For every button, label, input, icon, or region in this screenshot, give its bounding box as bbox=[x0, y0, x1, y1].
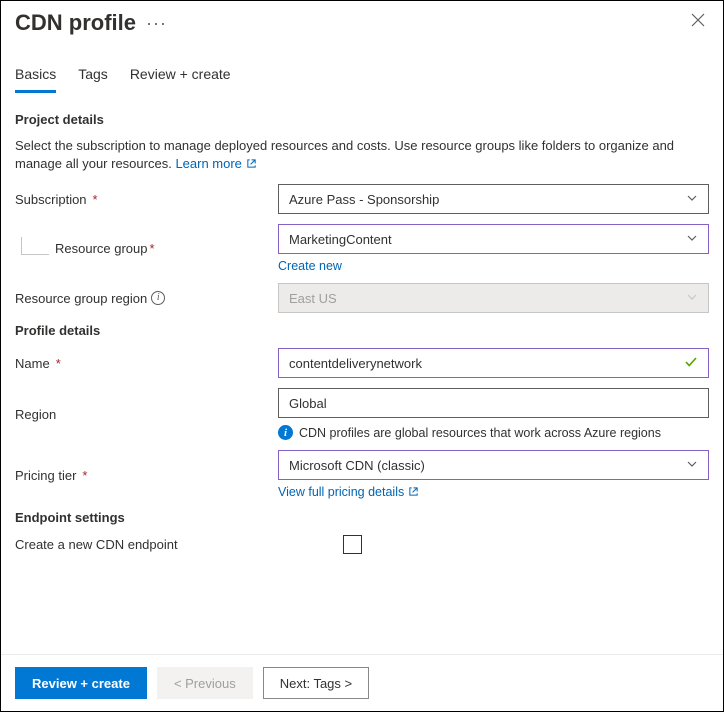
region-value: Global bbox=[289, 396, 327, 411]
review-create-button[interactable]: Review + create bbox=[15, 667, 147, 699]
resource-group-row: Resource group* MarketingContent Create … bbox=[15, 224, 709, 273]
content-area: Project details Select the subscription … bbox=[1, 94, 723, 654]
resource-group-dropdown[interactable]: MarketingContent bbox=[278, 224, 709, 254]
required-marker: * bbox=[93, 192, 98, 207]
pricing-label: Pricing tier* bbox=[15, 468, 270, 483]
rg-region-label: Resource group region i bbox=[15, 291, 270, 306]
page-title: CDN profile bbox=[15, 10, 136, 36]
resource-group-label: Resource group bbox=[55, 241, 148, 256]
subscription-label: Subscription* bbox=[15, 192, 270, 207]
rg-region-dropdown: East US bbox=[278, 283, 709, 313]
panel-header: CDN profile ··· bbox=[1, 1, 723, 36]
pricing-details-link[interactable]: View full pricing details bbox=[278, 485, 709, 500]
pricing-value: Microsoft CDN (classic) bbox=[289, 458, 425, 473]
region-input[interactable]: Global bbox=[278, 388, 709, 418]
name-row: Name* contentdeliverynetwork bbox=[15, 348, 709, 378]
learn-more-link[interactable]: Learn more bbox=[175, 156, 256, 171]
endpoint-label: Create a new CDN endpoint bbox=[15, 537, 335, 552]
region-helper-text: CDN profiles are global resources that w… bbox=[299, 426, 661, 440]
next-button[interactable]: Next: Tags > bbox=[263, 667, 369, 699]
rg-region-row: Resource group region i East US bbox=[15, 283, 709, 313]
resource-group-label-col: Resource group* bbox=[15, 241, 270, 256]
pricing-link-label: View full pricing details bbox=[278, 485, 404, 499]
info-icon[interactable]: i bbox=[151, 291, 165, 305]
name-value: contentdeliverynetwork bbox=[289, 356, 422, 371]
chevron-down-icon bbox=[686, 232, 698, 247]
required-marker: * bbox=[82, 468, 87, 483]
indent-connector bbox=[21, 237, 49, 255]
previous-button: < Previous bbox=[157, 667, 253, 699]
tab-tags[interactable]: Tags bbox=[78, 66, 108, 93]
tab-review-create[interactable]: Review + create bbox=[130, 66, 231, 93]
chevron-down-icon bbox=[686, 192, 698, 207]
create-new-link[interactable]: Create new bbox=[278, 259, 709, 273]
check-icon bbox=[684, 355, 698, 372]
project-desc-text: Select the subscription to manage deploy… bbox=[15, 138, 674, 171]
required-marker: * bbox=[56, 356, 61, 371]
footer: Review + create < Previous Next: Tags > bbox=[1, 654, 723, 711]
rg-region-value: East US bbox=[289, 291, 337, 306]
more-actions-icon[interactable]: ··· bbox=[146, 14, 167, 32]
resource-group-value: MarketingContent bbox=[289, 232, 392, 247]
info-blue-icon: i bbox=[278, 425, 293, 440]
pricing-tier-dropdown[interactable]: Microsoft CDN (classic) bbox=[278, 450, 709, 480]
region-helper: i CDN profiles are global resources that… bbox=[278, 425, 709, 440]
name-label: Name* bbox=[15, 356, 270, 371]
chevron-down-icon bbox=[686, 291, 698, 306]
subscription-value: Azure Pass - Sponsorship bbox=[289, 192, 439, 207]
cdn-profile-panel: CDN profile ··· Basics Tags Review + cre… bbox=[0, 0, 724, 712]
create-endpoint-checkbox[interactable] bbox=[343, 535, 362, 554]
chevron-down-icon bbox=[686, 458, 698, 473]
subscription-dropdown[interactable]: Azure Pass - Sponsorship bbox=[278, 184, 709, 214]
pricing-row: Pricing tier* Microsoft CDN (classic) Vi… bbox=[15, 450, 709, 500]
external-link-icon bbox=[246, 156, 257, 174]
tab-basics[interactable]: Basics bbox=[15, 66, 56, 93]
project-details-heading: Project details bbox=[15, 112, 709, 127]
header-actions bbox=[687, 9, 709, 36]
required-marker: * bbox=[150, 241, 155, 256]
region-label: Region bbox=[15, 407, 270, 422]
external-link-icon bbox=[408, 486, 419, 500]
project-details-desc: Select the subscription to manage deploy… bbox=[15, 137, 709, 174]
region-row: Region Global i CDN profiles are global … bbox=[15, 388, 709, 440]
subscription-row: Subscription* Azure Pass - Sponsorship bbox=[15, 184, 709, 214]
tab-strip: Basics Tags Review + create bbox=[1, 36, 723, 94]
profile-details-heading: Profile details bbox=[15, 323, 709, 338]
close-icon[interactable] bbox=[687, 9, 709, 36]
endpoint-settings-heading: Endpoint settings bbox=[15, 510, 709, 525]
learn-more-label: Learn more bbox=[175, 156, 241, 171]
endpoint-row: Create a new CDN endpoint bbox=[15, 535, 709, 554]
name-input[interactable]: contentdeliverynetwork bbox=[278, 348, 709, 378]
